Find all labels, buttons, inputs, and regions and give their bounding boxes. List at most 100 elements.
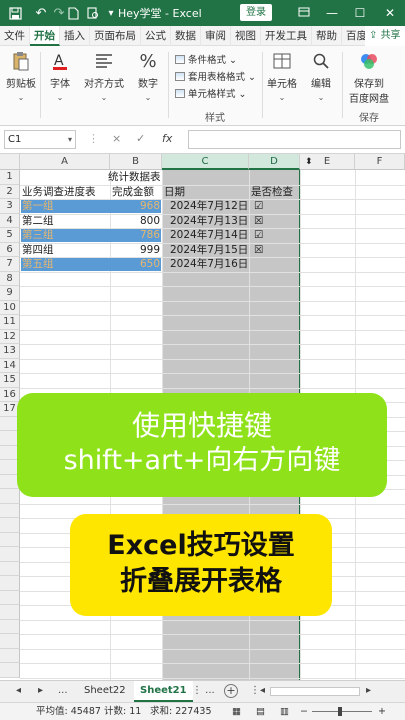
tab-8[interactable]: 开发工具 <box>261 26 312 46</box>
add-sheet-icon[interactable]: + <box>224 684 238 698</box>
cell-group[interactable]: 第二组 <box>22 214 110 228</box>
cell-amount[interactable]: 800 <box>110 214 160 228</box>
ribbon-options-icon[interactable] <box>290 0 318 26</box>
row-header[interactable]: 1 <box>0 170 20 185</box>
row-header[interactable] <box>0 590 20 605</box>
login-button[interactable]: 登录 <box>240 4 272 21</box>
row-header[interactable]: 16 <box>0 387 20 402</box>
tab-1[interactable]: 开始 <box>30 26 60 46</box>
row-header[interactable] <box>0 489 20 504</box>
column-header-f[interactable]: F <box>355 154 405 170</box>
tab-0[interactable]: 文件 <box>0 26 30 46</box>
cells-group[interactable]: 单元格 ⌄ <box>266 50 298 102</box>
row-header[interactable]: 5 <box>0 228 20 243</box>
row-header[interactable]: 15 <box>0 373 20 388</box>
cell-date[interactable]: 2024年7月15日 <box>170 243 250 257</box>
more-sheets-left[interactable]: ... <box>58 685 68 696</box>
cell-amount[interactable]: 650 <box>110 257 160 271</box>
sheet-tab-sheet22[interactable]: Sheet22 <box>78 681 132 702</box>
maximize-icon[interactable]: ☐ <box>346 0 374 26</box>
zoom-slider-thumb[interactable] <box>338 707 342 716</box>
cell-check[interactable]: ☑ <box>254 228 274 242</box>
cell-check[interactable]: ☑ <box>254 199 274 213</box>
row-header[interactable]: 9 <box>0 286 20 301</box>
column-header-a[interactable]: A <box>20 154 110 170</box>
tab-2[interactable]: 插入 <box>60 26 90 46</box>
cell-date[interactable]: 2024年7月12日 <box>170 199 250 213</box>
more-sheets-right[interactable]: ⋮ ... <box>192 685 215 696</box>
cell-style-button[interactable]: 单元格样式 ⌄ <box>175 86 256 103</box>
cell-date[interactable]: 2024年7月13日 <box>170 214 250 228</box>
confirm-icon[interactable]: ✓ <box>136 132 145 145</box>
tab-4[interactable]: 公式 <box>141 26 171 46</box>
number-group[interactable]: % 数字 ⌄ <box>134 50 162 103</box>
cell-amount[interactable]: 968 <box>110 199 160 213</box>
cell-group[interactable]: 第三组 <box>22 228 110 242</box>
row-header[interactable]: 10 <box>0 300 20 315</box>
select-all-corner[interactable] <box>0 154 20 170</box>
row-header[interactable] <box>0 561 20 576</box>
scroll-left-icon[interactable]: ◂ <box>260 685 265 696</box>
share-button[interactable]: ⇪ 共享 <box>365 26 405 46</box>
cell-check[interactable]: ☒ <box>254 214 274 228</box>
tab-3[interactable]: 页面布局 <box>90 26 141 46</box>
name-box[interactable]: C1 ▾ <box>4 130 76 149</box>
sheet-tab-sheet21[interactable]: Sheet21 <box>134 681 193 702</box>
sheet-title[interactable]: 统计数据表 <box>108 170 161 184</box>
page-break-icon[interactable]: ▥ <box>280 703 289 720</box>
cancel-icon[interactable]: × <box>112 132 121 145</box>
row-header[interactable] <box>0 547 20 562</box>
row-header[interactable]: 13 <box>0 344 20 359</box>
prev-sheet-icon[interactable]: ◂ <box>16 685 21 696</box>
collapse-marker-icon[interactable]: ⬍ <box>305 155 313 169</box>
cell-check[interactable]: ☒ <box>254 243 274 257</box>
cell-date[interactable]: 2024年7月14日 <box>170 228 250 242</box>
cell-amount[interactable]: 786 <box>110 228 160 242</box>
row-header[interactable] <box>0 648 20 663</box>
cell-date[interactable]: 2024年7月16日 <box>170 257 250 271</box>
row-header[interactable]: 2 <box>0 184 20 199</box>
new-file-icon[interactable] <box>62 0 84 26</box>
scroll-right-icon[interactable]: ▸ <box>366 685 371 696</box>
editing-group[interactable]: 编辑 ⌄ <box>306 50 336 102</box>
font-group[interactable]: A 字体 ⌄ <box>46 50 74 102</box>
tab-6[interactable]: 审阅 <box>201 26 231 46</box>
row-header[interactable]: 4 <box>0 213 20 228</box>
header-amount[interactable]: 完成金额 <box>112 185 162 199</box>
formula-input[interactable] <box>188 130 401 149</box>
insert-function-icon[interactable]: fx <box>162 132 172 145</box>
minimize-icon[interactable]: — <box>318 0 346 26</box>
save-to-baidu-button[interactable]: 保存到 百度网盘 <box>346 50 392 105</box>
clipboard-group[interactable]: 剪贴板 ⌄ <box>4 50 38 102</box>
cell-group[interactable]: 第五组 <box>22 257 110 271</box>
horizontal-scrollbar[interactable] <box>270 687 360 696</box>
zoom-out-icon[interactable]: − <box>300 703 308 720</box>
column-header-c[interactable]: C <box>162 154 249 170</box>
table-format-button[interactable]: 套用表格格式 ⌄ <box>175 69 256 86</box>
row-header[interactable] <box>0 605 20 620</box>
row-header[interactable] <box>0 532 20 547</box>
row-header[interactable] <box>0 634 20 649</box>
header-check[interactable]: 是否检查 <box>251 185 301 199</box>
column-header-b[interactable]: B <box>110 154 162 170</box>
row-header[interactable]: 7 <box>0 257 20 272</box>
row-header[interactable]: 3 <box>0 199 20 214</box>
tab-9[interactable]: 帮助 <box>312 26 342 46</box>
row-header[interactable] <box>0 518 20 533</box>
cell-amount[interactable]: 999 <box>110 243 160 257</box>
column-header-d[interactable]: D <box>249 154 300 170</box>
more-options-icon[interactable]: ⋮ <box>250 685 260 696</box>
zoom-in-icon[interactable]: + <box>378 703 386 720</box>
row-header[interactable]: 6 <box>0 242 20 257</box>
cell-group[interactable]: 第四组 <box>22 243 110 257</box>
row-header[interactable]: 12 <box>0 329 20 344</box>
alignment-group[interactable]: 对齐方式 ⌄ <box>82 50 126 102</box>
tab-5[interactable]: 数据 <box>171 26 201 46</box>
close-icon[interactable]: ✕ <box>376 0 404 26</box>
next-sheet-icon[interactable]: ▸ <box>38 685 43 696</box>
header-date[interactable]: 日期 <box>164 185 248 199</box>
row-header[interactable] <box>0 619 20 634</box>
row-header[interactable]: 11 <box>0 315 20 330</box>
tab-7[interactable]: 视图 <box>231 26 261 46</box>
header-group[interactable]: 业务调查进度表 <box>22 185 110 199</box>
